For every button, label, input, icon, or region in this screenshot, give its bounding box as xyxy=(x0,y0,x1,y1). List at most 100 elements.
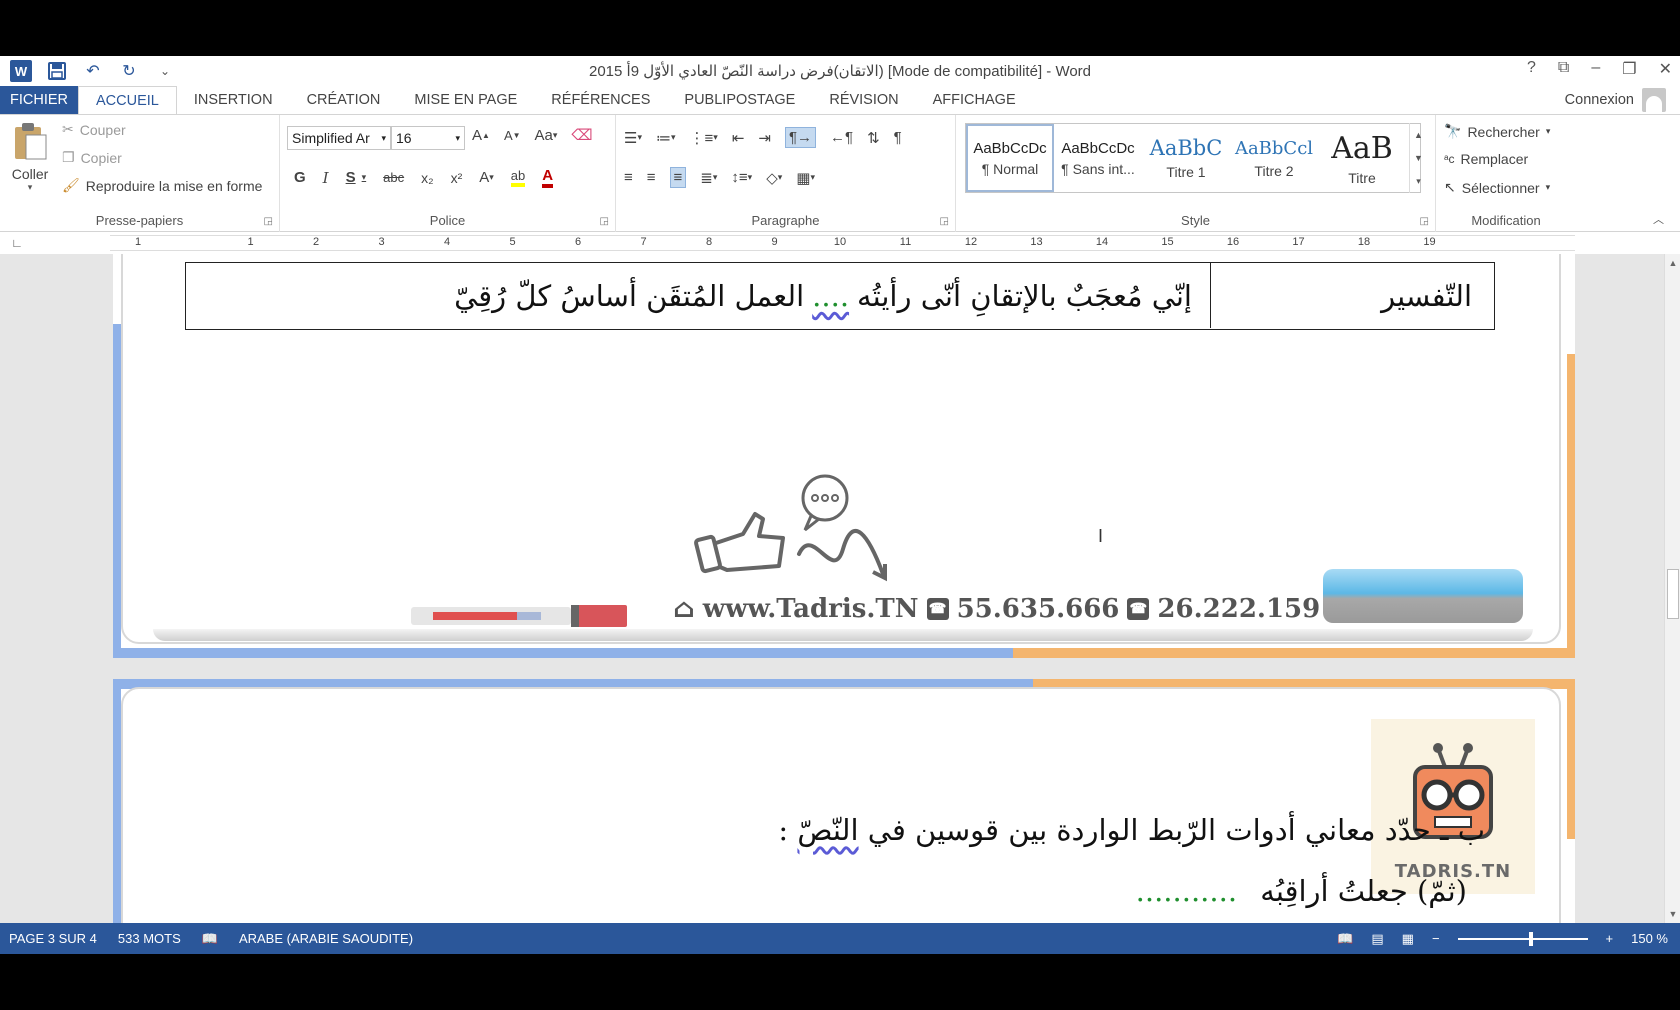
ruler-number: 2 xyxy=(312,236,320,248)
restore-icon[interactable]: ❐ xyxy=(1622,59,1636,79)
copy-button[interactable]: ❐ Copier xyxy=(62,149,122,166)
multilevel-list-icon[interactable]: ⋮≡ ▾ xyxy=(690,129,718,147)
sort-icon[interactable]: ⇅ xyxy=(867,129,880,147)
select-button[interactable]: ↖ Sélectionner ▾ xyxy=(1444,179,1550,196)
font-launcher-icon[interactable]: ◲ xyxy=(600,216,609,227)
tab-mise-en-page[interactable]: MISE EN PAGE xyxy=(397,86,534,114)
question-line[interactable]: ب ـ حدّد معاني أدوات الرّبط الواردة بين … xyxy=(778,813,1485,847)
sign-in-link[interactable]: Connexion xyxy=(1565,92,1634,108)
collapse-ribbon-icon[interactable]: ︿ xyxy=(1653,211,1664,227)
gallery-down-icon[interactable]: ▼ xyxy=(1414,153,1423,163)
tab-references[interactable]: RÉFÉRENCES xyxy=(534,86,667,114)
shading-icon[interactable]: ◇ ▾ xyxy=(766,169,782,187)
style-heading-1-preview: AaBbC xyxy=(1149,136,1223,160)
answer-line[interactable]: (ثمّ) جعلتُ أراقِبُه ........... xyxy=(1136,874,1467,908)
minimize-icon[interactable]: – xyxy=(1591,59,1600,79)
horizontal-ruler[interactable]: 1 1 2 3 4 5 6 7 8 9 10 11 12 13 14 15 16 17 18 19 xyxy=(110,235,1575,251)
clipboard-launcher-icon[interactable]: ◲ xyxy=(264,216,273,227)
tab-affichage[interactable]: AFFICHAGE xyxy=(916,86,1033,114)
ruler-number: 10 xyxy=(833,236,847,248)
zoom-out-icon[interactable]: − xyxy=(1432,931,1440,946)
zoom-slider[interactable] xyxy=(1457,931,1588,946)
help-icon[interactable]: ? xyxy=(1527,59,1536,79)
read-mode-icon[interactable]: 📖 xyxy=(1337,931,1353,947)
style-heading-1[interactable]: AaBbC Titre 1 xyxy=(1142,124,1230,192)
zoom-slider-thumb[interactable] xyxy=(1528,931,1533,946)
paste-button[interactable]: Coller ▾ xyxy=(8,121,52,193)
text-effects-button[interactable]: A ▾ xyxy=(479,169,494,186)
tab-creation[interactable]: CRÉATION xyxy=(290,86,398,114)
underline-button[interactable]: S ▾ xyxy=(346,169,367,186)
avatar[interactable] xyxy=(1642,88,1666,112)
format-painter-button[interactable]: 🖌 Reproduire la mise en forme xyxy=(62,177,262,194)
style-title[interactable]: AaB Titre xyxy=(1318,124,1406,192)
font-name-combo[interactable]: Simplified Ar ▾ xyxy=(287,126,391,150)
tab-fichier[interactable]: FICHIER xyxy=(0,86,78,114)
print-layout-icon[interactable]: ▤ xyxy=(1371,931,1383,947)
tab-accueil[interactable]: ACCUEIL xyxy=(78,86,177,115)
cut-button[interactable]: ✂ Couper xyxy=(62,121,126,138)
style-normal[interactable]: AaBbCcDc ¶ Normal xyxy=(966,124,1054,192)
grow-font-button[interactable]: A ▲ xyxy=(472,127,490,144)
table-label-cell[interactable]: التّفسير xyxy=(1210,263,1494,328)
increase-indent-icon[interactable]: ⇥ xyxy=(758,129,771,147)
numbering-icon[interactable]: ≔ ▾ xyxy=(656,129,676,147)
borders-icon[interactable]: ▦ ▾ xyxy=(796,169,815,187)
ruler-number: 15 xyxy=(1161,236,1174,248)
ltr-direction-icon[interactable]: ¶→ xyxy=(784,127,817,148)
line-spacing-icon[interactable]: ↕≡ ▾ xyxy=(731,169,752,186)
footer-site[interactable]: www.Tadris.TN xyxy=(703,594,919,624)
tab-revision[interactable]: RÉVISION xyxy=(812,86,915,114)
zoom-in-icon[interactable]: + xyxy=(1606,931,1614,946)
font-color-button[interactable]: A xyxy=(542,167,554,188)
shrink-font-button[interactable]: A ▼ xyxy=(504,128,521,143)
align-right-icon[interactable]: ≡ xyxy=(669,167,687,188)
style-no-spacing[interactable]: AaBbCcDc ¶ Sans int... xyxy=(1054,124,1142,192)
table-content-cell[interactable]: إنّي مُعجَبٌ بالإتقانِ أنّى رأيتُه .... … xyxy=(186,263,1210,328)
highlight-button[interactable]: ab xyxy=(510,168,526,187)
account-area[interactable]: Connexion xyxy=(1565,88,1666,112)
styles-launcher-icon[interactable]: ◲ xyxy=(1420,216,1429,227)
paragraph-launcher-icon[interactable]: ◲ xyxy=(940,216,949,227)
tab-insertion[interactable]: INSERTION xyxy=(177,86,290,114)
bold-button[interactable]: G xyxy=(294,169,306,186)
rtl-direction-icon[interactable]: ←¶ xyxy=(830,129,853,146)
gallery-more-icon[interactable]: ▾ xyxy=(1416,176,1421,187)
tab-publipostage[interactable]: PUBLIPOSTAGE xyxy=(667,86,812,114)
proofing-icon[interactable]: 📖 xyxy=(193,931,230,947)
superscript-button[interactable]: x² xyxy=(451,170,463,186)
change-case-button[interactable]: Aa ▾ xyxy=(535,127,558,144)
language-indicator[interactable]: ARABE (ARABIE SAOUDITE) xyxy=(230,931,425,946)
ribbon-display-options-icon[interactable]: ⧉ xyxy=(1558,59,1569,79)
style-heading-2[interactable]: AaBbCcl Titre 2 xyxy=(1230,124,1318,192)
web-layout-icon[interactable]: ▦ xyxy=(1402,931,1414,947)
scrollbar-thumb[interactable] xyxy=(1667,569,1679,619)
replace-button[interactable]: ᵃc Remplacer xyxy=(1444,151,1528,167)
clear-formatting-icon[interactable]: ⌫ xyxy=(571,126,592,144)
page-indicator[interactable]: PAGE 3 SUR 4 xyxy=(0,931,109,946)
title-bar: W ↶ ↻ ⌄ 2015 الاتقان)فرض دراسة النّصّ ال… xyxy=(0,56,1680,86)
font-size-combo[interactable]: 16 ▾ xyxy=(391,126,465,150)
styles-gallery-scroll[interactable]: ▲ ▼ ▾ xyxy=(1409,123,1427,193)
gallery-up-icon[interactable]: ▲ xyxy=(1414,130,1423,140)
strikethrough-button[interactable]: abc xyxy=(383,170,404,185)
align-left-icon[interactable]: ≡ xyxy=(624,169,633,186)
find-button[interactable]: 🔭 Rechercher ▾ xyxy=(1444,123,1550,140)
ruler-number: 1 xyxy=(247,236,254,248)
decrease-indent-icon[interactable]: ⇤ xyxy=(732,129,745,147)
align-center-icon[interactable]: ≡ xyxy=(647,169,656,186)
show-marks-icon[interactable]: ¶ xyxy=(894,129,902,146)
tadris-logo: TADRIS.TN xyxy=(1371,719,1535,894)
bullets-icon[interactable]: ☰ ▾ xyxy=(624,129,642,147)
scroll-up-icon[interactable]: ▲ xyxy=(1665,258,1680,268)
word-count[interactable]: 533 MOTS xyxy=(109,931,193,946)
scroll-down-icon[interactable]: ▼ xyxy=(1665,909,1680,919)
italic-button[interactable]: I xyxy=(323,169,329,187)
chevron-down-icon: ▾ xyxy=(455,132,460,143)
vertical-scrollbar[interactable]: ▲ ▼ xyxy=(1664,254,1680,923)
tab-selector-icon[interactable]: ∟ xyxy=(8,234,26,252)
subscript-button[interactable]: x₂ xyxy=(421,170,433,186)
close-icon[interactable]: ✕ xyxy=(1659,59,1672,79)
justify-icon[interactable]: ≣ ▾ xyxy=(700,169,717,187)
zoom-level[interactable]: 150 % xyxy=(1631,931,1668,946)
